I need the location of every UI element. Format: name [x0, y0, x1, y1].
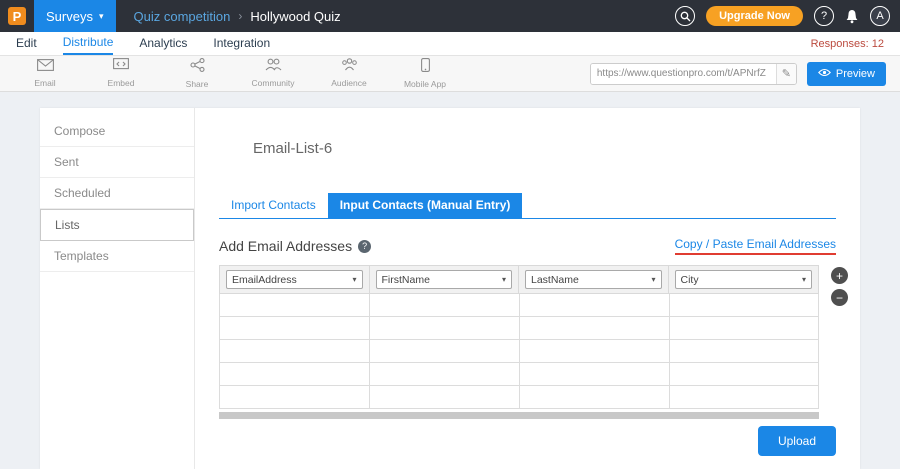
share-icon — [190, 58, 205, 77]
breadcrumb: Quiz competition › Hollywood Quiz — [134, 9, 341, 24]
chevron-down-icon: ▾ — [502, 275, 506, 284]
toolbar-item-email[interactable]: Email — [22, 58, 68, 89]
tab-edit[interactable]: Edit — [16, 33, 37, 54]
help-icon[interactable]: ? — [814, 6, 834, 26]
eye-icon — [818, 68, 831, 80]
contact-cell[interactable] — [219, 386, 369, 409]
breadcrumb-survey-name[interactable]: Quiz competition — [134, 9, 231, 24]
chevron-down-icon: ▾ — [352, 275, 356, 284]
add-row-button[interactable]: + — [831, 267, 848, 284]
table-row — [219, 317, 819, 340]
contacts-tabs: Import Contacts Input Contacts (Manual E… — [219, 193, 836, 219]
email-list-title: Email-List-6 — [253, 140, 836, 157]
breadcrumb-page-name: Hollywood Quiz — [250, 9, 340, 24]
contact-cell[interactable] — [669, 340, 819, 363]
table-row — [219, 340, 819, 363]
upgrade-now-button[interactable]: Upgrade Now — [706, 6, 803, 26]
remove-row-button[interactable]: − — [831, 289, 848, 306]
copy-paste-email-addresses-link[interactable]: Copy / Paste Email Addresses — [675, 237, 836, 255]
embed-icon — [113, 58, 129, 76]
surveys-product-dropdown[interactable]: Surveys ▾ — [34, 0, 116, 32]
chevron-down-icon: ▾ — [99, 11, 104, 22]
chevron-down-icon: ▾ — [651, 275, 655, 284]
toolbar-item-share[interactable]: Share — [174, 58, 220, 89]
sidebar-item-sent[interactable]: Sent — [40, 147, 194, 178]
tab-analytics[interactable]: Analytics — [139, 33, 187, 54]
distribute-toolbar: Email Embed Share Community Audience Mob… — [0, 56, 900, 92]
email-icon — [37, 58, 54, 76]
tab-input-contacts-manual[interactable]: Input Contacts (Manual Entry) — [328, 193, 523, 218]
breadcrumb-separator-icon: › — [238, 9, 242, 23]
contact-cell[interactable] — [219, 363, 369, 386]
sidebar-item-compose[interactable]: Compose — [40, 116, 194, 147]
user-avatar[interactable]: A — [870, 6, 890, 26]
contact-cell[interactable] — [219, 294, 369, 317]
add-email-addresses-heading: Add Email Addresses — [219, 238, 352, 254]
column-select-first-name[interactable]: FirstName ▾ — [376, 270, 513, 289]
audience-icon — [341, 58, 358, 76]
responses-count[interactable]: Responses: 12 — [811, 38, 884, 50]
preview-button[interactable]: Preview — [807, 62, 886, 86]
survey-url-input[interactable] — [591, 64, 776, 84]
table-horizontal-scrollbar[interactable] — [219, 412, 819, 419]
toolbar-item-embed[interactable]: Embed — [98, 58, 144, 89]
contact-cell[interactable] — [669, 294, 819, 317]
contact-cell[interactable] — [369, 317, 519, 340]
upload-button[interactable]: Upload — [758, 426, 836, 456]
edit-url-pencil-icon[interactable]: ✎ — [776, 64, 796, 84]
table-row — [219, 386, 819, 409]
contact-cell[interactable] — [669, 386, 819, 409]
table-row — [219, 363, 819, 386]
tab-distribute[interactable]: Distribute — [63, 32, 114, 55]
search-icon[interactable] — [675, 6, 695, 26]
contact-cell[interactable] — [519, 317, 669, 340]
contact-cell[interactable] — [219, 340, 369, 363]
contact-cell[interactable] — [669, 363, 819, 386]
email-distribution-panel: Compose Sent Scheduled Lists Templates E… — [40, 108, 860, 469]
sidebar-item-templates[interactable]: Templates — [40, 241, 194, 272]
mobile-app-icon — [421, 58, 430, 77]
sidebar-item-scheduled[interactable]: Scheduled — [40, 178, 194, 209]
table-row — [219, 294, 819, 317]
survey-url-box: ✎ — [590, 63, 797, 85]
questionpro-logo: P — [8, 7, 26, 25]
survey-nav: Edit Distribute Analytics Integration Re… — [0, 32, 900, 56]
column-select-city[interactable]: City ▾ — [675, 270, 813, 289]
help-tooltip-icon[interactable]: ? — [358, 240, 371, 253]
contact-cell[interactable] — [369, 386, 519, 409]
contacts-table: EmailAddress ▾ FirstName ▾ LastName ▾ — [219, 265, 819, 419]
chevron-down-icon: ▾ — [802, 275, 806, 284]
contact-cell[interactable] — [369, 363, 519, 386]
column-select-email-address[interactable]: EmailAddress ▾ — [226, 270, 363, 289]
contact-cell[interactable] — [669, 317, 819, 340]
top-bar: P Surveys ▾ Quiz competition › Hollywood… — [0, 0, 900, 32]
contact-cell[interactable] — [519, 386, 669, 409]
toolbar-item-community[interactable]: Community — [250, 58, 296, 89]
toolbar-item-audience[interactable]: Audience — [326, 58, 372, 89]
contact-cell[interactable] — [369, 340, 519, 363]
contact-cell[interactable] — [219, 317, 369, 340]
surveys-label: Surveys — [46, 9, 93, 24]
contact-cell[interactable] — [519, 363, 669, 386]
sidebar-item-lists[interactable]: Lists — [40, 209, 194, 241]
tab-integration[interactable]: Integration — [213, 33, 270, 54]
column-select-last-name[interactable]: LastName ▾ — [525, 270, 662, 289]
contact-cell[interactable] — [519, 340, 669, 363]
email-sidebar: Compose Sent Scheduled Lists Templates — [40, 108, 195, 469]
contact-cell[interactable] — [369, 294, 519, 317]
contact-cell[interactable] — [519, 294, 669, 317]
toolbar-item-mobile-app[interactable]: Mobile App — [402, 58, 448, 89]
community-icon — [265, 58, 282, 76]
contacts-table-header: EmailAddress ▾ FirstName ▾ LastName ▾ — [219, 265, 819, 294]
notifications-bell-icon[interactable] — [845, 9, 859, 24]
tab-import-contacts[interactable]: Import Contacts — [219, 193, 328, 218]
lists-content: Email-List-6 Import Contacts Input Conta… — [195, 108, 860, 469]
